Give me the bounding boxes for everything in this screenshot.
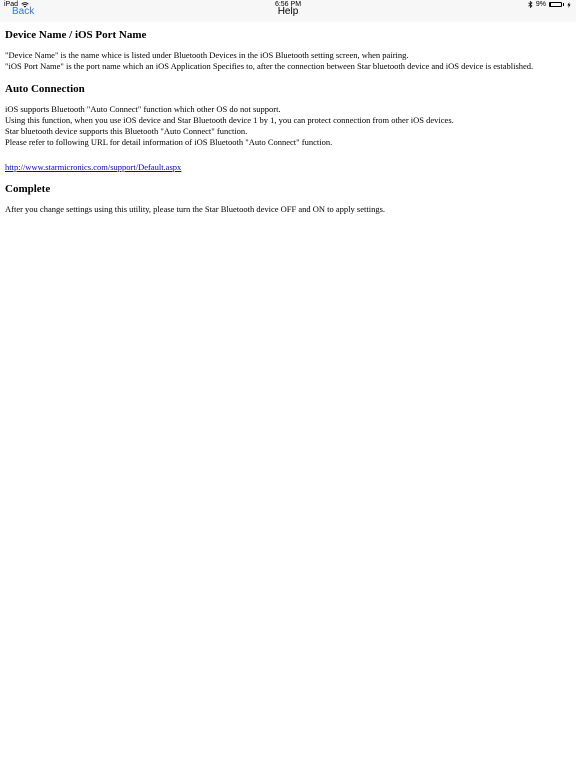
paragraph-line: Star bluetooth device supports this Blue…	[5, 126, 248, 136]
paragraph-line: "iOS Port Name" is the port name which a…	[5, 61, 534, 71]
paragraph-line: Please refer to following URL for detail…	[5, 137, 333, 147]
bluetooth-icon	[528, 1, 533, 8]
section-heading: Complete	[5, 183, 51, 195]
section-auto-connection: Auto Connection iOS supports Bluetooth "…	[5, 83, 570, 175]
battery-icon	[549, 2, 562, 7]
battery-percent: 9%	[535, 1, 546, 8]
paragraph-line: iOS supports Bluetooth "Auto Connect" fu…	[5, 104, 281, 114]
status-right: 9%	[528, 1, 571, 8]
paragraph-line: "Device Name" is the name whice is liste…	[5, 50, 409, 60]
battery-fill	[550, 3, 551, 6]
help-content: Device Name / iOS Port Name "Device Name…	[5, 29, 570, 226]
support-url-link[interactable]: http://www.starmicronics.com/support/Def…	[5, 162, 181, 173]
section-device-name: Device Name / iOS Port Name "Device Name…	[5, 29, 570, 72]
charging-icon	[567, 1, 571, 8]
status-bar: iPad 6:56 PM 9%	[0, 0, 576, 10]
section-heading: Device Name / iOS Port Name	[5, 29, 147, 41]
section-complete: Complete After you change settings using…	[5, 183, 570, 215]
status-time: 6:56 PM	[274, 1, 302, 8]
paragraph-line: After you change settings using this uti…	[5, 204, 386, 214]
paragraph-line: Using this function, when you use iOS de…	[5, 115, 454, 125]
battery-tip	[563, 3, 564, 6]
section-heading: Auto Connection	[5, 83, 85, 95]
